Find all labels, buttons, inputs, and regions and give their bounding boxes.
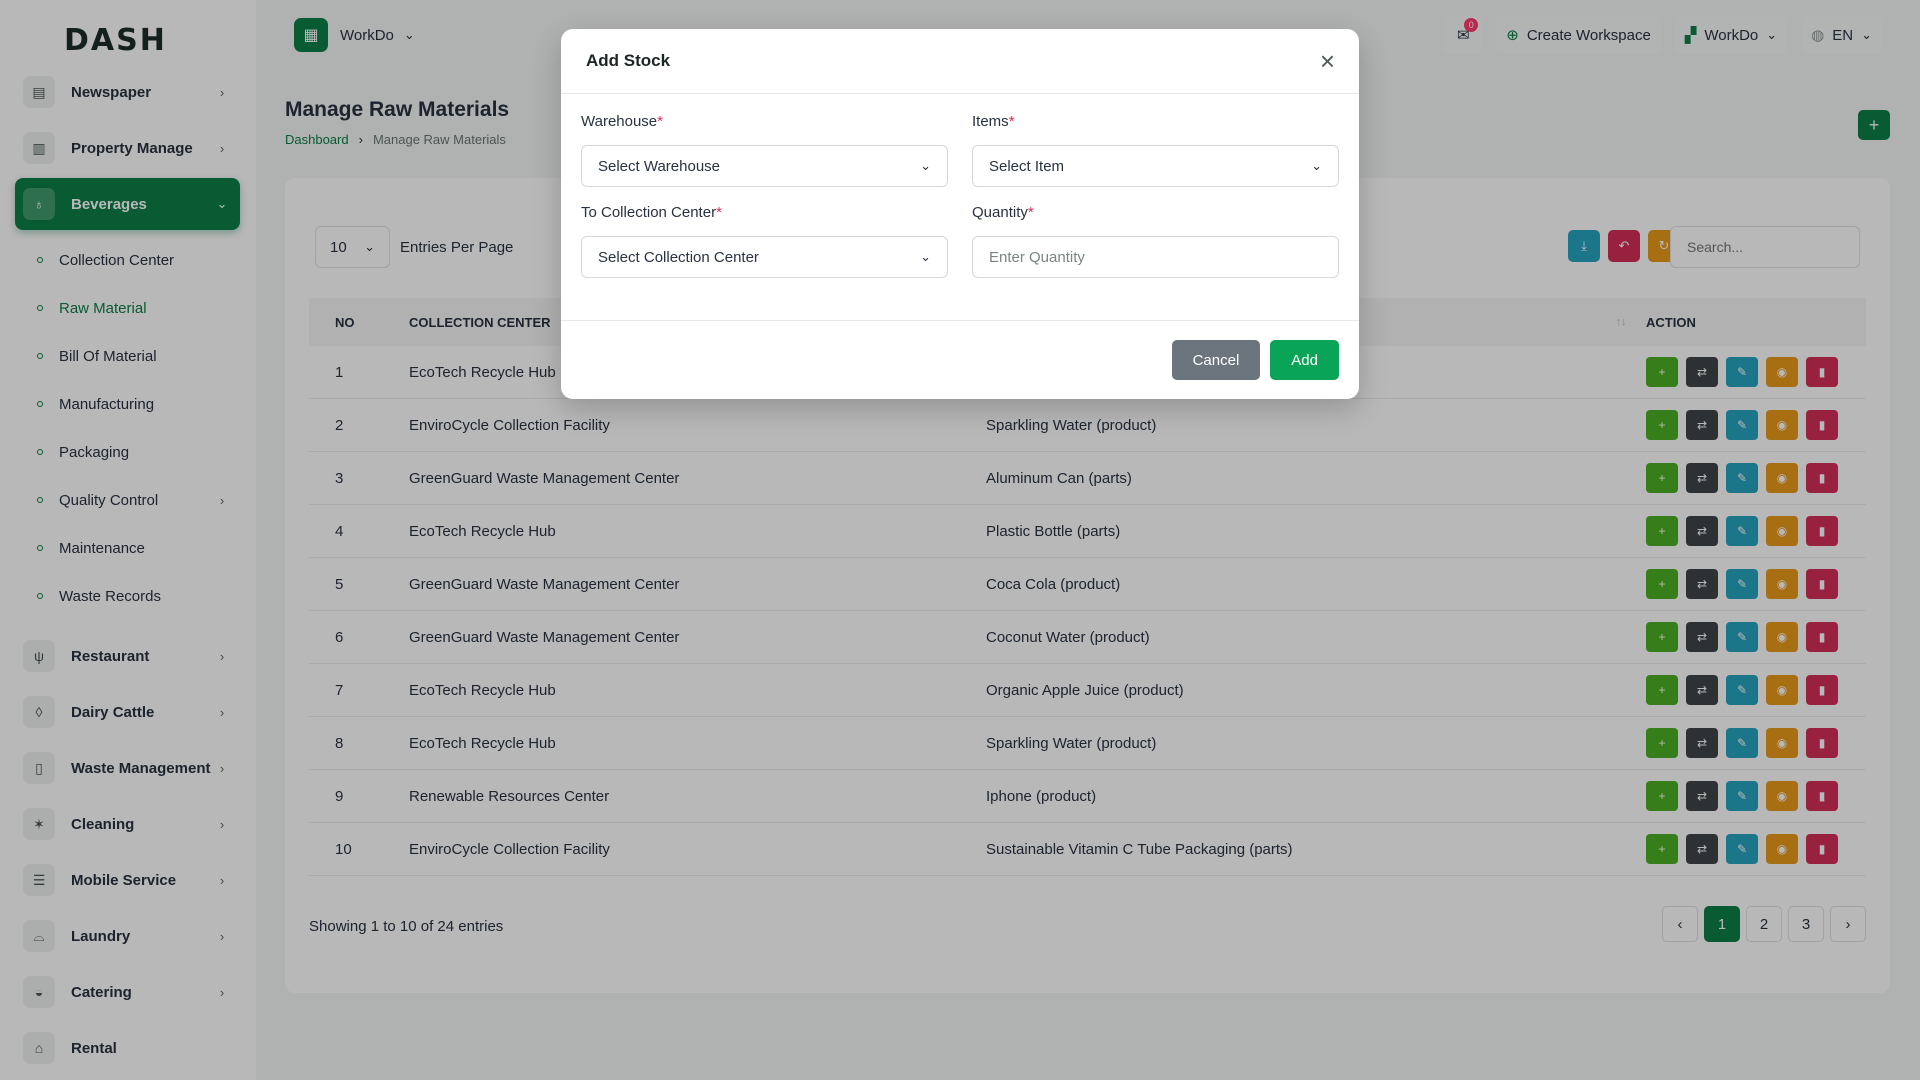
warehouse-select[interactable]: Select Warehouse ⌄ xyxy=(581,145,948,187)
chevron-down-icon: ⌄ xyxy=(920,249,931,264)
warehouse-field: Warehouse* Select Warehouse ⌄ xyxy=(581,113,948,187)
warehouse-select-value: Select Warehouse xyxy=(598,157,721,175)
items-select-value: Select Item xyxy=(989,157,1065,175)
collection-center-label: To Collection Center* xyxy=(581,204,722,221)
modal-title: Add Stock xyxy=(586,51,671,70)
quantity-input[interactable] xyxy=(972,236,1339,278)
chevron-down-icon: ⌄ xyxy=(920,158,931,173)
warehouse-label: Warehouse* xyxy=(581,113,663,130)
collection-center-select[interactable]: Select Collection Center ⌄ xyxy=(581,236,948,278)
items-field: Items* Select Item ⌄ xyxy=(972,113,1339,187)
modal-body: Warehouse* Select Warehouse ⌄ Items* Sel… xyxy=(561,94,1359,321)
quantity-field: Quantity* xyxy=(972,204,1339,278)
items-label: Items* xyxy=(972,113,1015,130)
collection-center-select-value: Select Collection Center xyxy=(598,248,759,266)
modal-footer: Cancel Add xyxy=(561,321,1359,399)
quantity-label: Quantity* xyxy=(972,204,1034,221)
close-icon[interactable]: × xyxy=(1320,48,1335,74)
add-button[interactable]: Add xyxy=(1270,340,1339,380)
collection-center-field: To Collection Center* Select Collection … xyxy=(581,204,948,278)
cancel-button[interactable]: Cancel xyxy=(1171,340,1261,380)
items-select[interactable]: Select Item ⌄ xyxy=(972,145,1339,187)
chevron-down-icon: ⌄ xyxy=(1311,158,1322,173)
modal-header: Add Stock × xyxy=(561,29,1359,94)
add-stock-modal: Add Stock × Warehouse* Select Warehouse … xyxy=(561,29,1359,399)
